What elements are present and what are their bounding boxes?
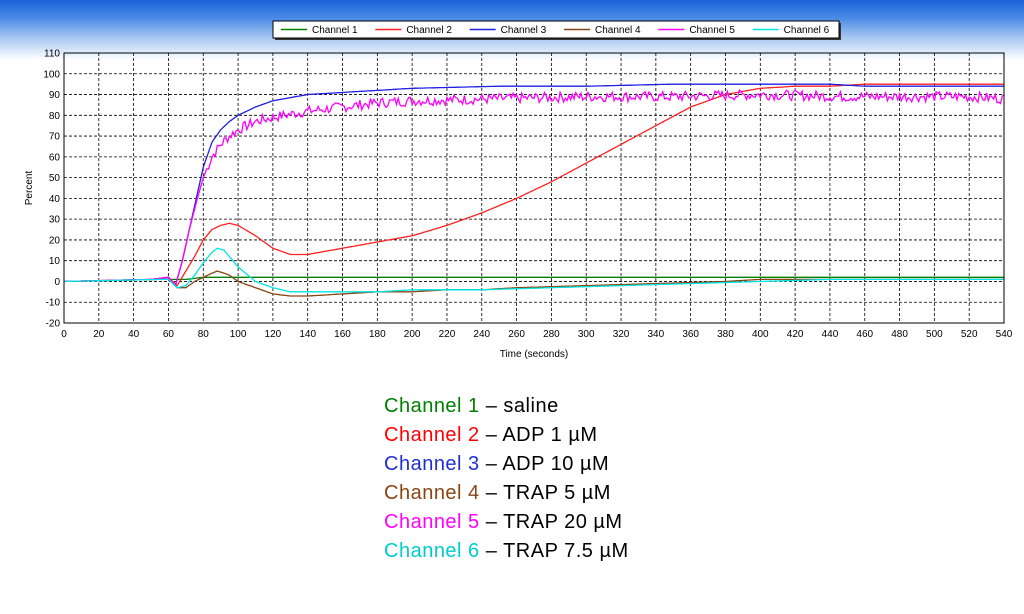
x-tick-label: 240	[473, 329, 490, 340]
key-item: Channel 1 – saline	[384, 392, 629, 421]
channel-key: Channel 1 – saline Channel 2 – ADP 1 µM Ch…	[384, 392, 629, 566]
chart-series	[63, 83, 1005, 297]
y-tick-label: 70	[49, 132, 61, 143]
x-tick-label: 200	[404, 329, 421, 340]
key-item: Channel 5 – TRAP 20 µM	[384, 508, 629, 537]
legend-label: Channel 4	[595, 25, 641, 36]
series-line-channel-4	[63, 270, 1004, 297]
aggregation-chart: Channel 1 Channel 2 Channel 3 Channel 4 Chan…	[24, 20, 1013, 360]
y-tick-label: 80	[49, 111, 61, 122]
y-tick-label: 60	[49, 152, 61, 163]
chart-grid	[64, 53, 1004, 323]
y-axis-ticks: -20 -10 0 10 20 30 40 50 60 70 80 90 100 110	[43, 49, 60, 330]
x-tick-label: 60	[163, 329, 175, 340]
x-tick-label: 480	[891, 329, 908, 340]
y-tick-label: 110	[44, 49, 60, 60]
legend-label: Channel 6	[784, 25, 830, 36]
x-axis-title: Time (seconds)	[500, 349, 569, 360]
key-description: – TRAP 7.5 µM	[485, 540, 629, 562]
key-description: – saline	[485, 395, 559, 417]
x-tick-label: 0	[61, 329, 67, 340]
x-tick-label: 160	[334, 329, 351, 340]
key-channel: Channel 1	[384, 395, 480, 417]
key-item: Channel 3 – ADP 10 µM	[384, 450, 629, 479]
x-tick-label: 40	[128, 329, 140, 340]
series-line-channel-6	[63, 247, 1004, 293]
y-tick-label: 90	[49, 90, 61, 101]
y-tick-label: 20	[49, 235, 61, 246]
key-item: Channel 2 – ADP 1 µM	[384, 421, 629, 450]
key-description: – TRAP 20 µM	[485, 511, 623, 533]
x-tick-label: 260	[508, 329, 525, 340]
key-item: Channel 4 – TRAP 5 µM	[384, 479, 629, 508]
x-axis-ticks: 0 20 40 60 80 100 120 140 160 180 200 220 240 260 280 3…	[61, 329, 1013, 340]
key-description: – ADP 10 µM	[485, 453, 610, 475]
key-channel: Channel 2	[384, 424, 480, 446]
y-tick-label: 0	[54, 277, 60, 288]
legend-label: Channel 5	[689, 25, 735, 36]
y-tick-label: 10	[49, 256, 61, 267]
series-line-channel-2	[63, 83, 1004, 287]
legend-label: Channel 3	[501, 25, 547, 36]
x-tick-label: 120	[265, 329, 282, 340]
x-tick-label: 320	[613, 329, 630, 340]
y-axis-title: Percent	[24, 171, 35, 206]
x-tick-label: 520	[961, 329, 978, 340]
y-tick-label: -20	[46, 319, 61, 330]
x-tick-label: 20	[93, 329, 105, 340]
y-tick-label: 30	[49, 215, 61, 226]
x-tick-label: 280	[543, 329, 560, 340]
x-tick-label: 460	[856, 329, 873, 340]
x-tick-label: 440	[822, 329, 839, 340]
x-tick-label: 420	[787, 329, 804, 340]
y-tick-label: 50	[49, 173, 61, 184]
chart-legend: Channel 1 Channel 2 Channel 3 Channel 4 Chan…	[272, 20, 841, 40]
x-tick-label: 80	[198, 329, 210, 340]
plot-frame	[63, 52, 1005, 324]
x-tick-label: 500	[926, 329, 943, 340]
x-tick-label: 300	[578, 329, 595, 340]
series-line-channel-5	[63, 88, 1005, 287]
key-description: – ADP 1 µM	[485, 424, 598, 446]
key-channel: Channel 4	[384, 482, 480, 504]
x-tick-label: 380	[717, 329, 734, 340]
y-tick-label: 100	[43, 69, 60, 80]
x-tick-label: 340	[648, 329, 665, 340]
x-tick-label: 140	[299, 329, 316, 340]
legend-label: Channel 2	[406, 25, 452, 36]
x-tick-label: 360	[682, 329, 699, 340]
series-line-channel-3	[63, 83, 1004, 287]
key-description: – TRAP 5 µM	[485, 482, 611, 504]
x-tick-label: 220	[439, 329, 456, 340]
legend-label: Channel 1	[312, 25, 358, 36]
x-tick-label: 540	[996, 329, 1013, 340]
key-channel: Channel 6	[384, 540, 480, 562]
x-tick-label: 400	[752, 329, 769, 340]
x-tick-label: 100	[230, 329, 247, 340]
y-tick-label: 40	[49, 194, 61, 205]
y-tick-label: -10	[46, 298, 61, 309]
key-channel: Channel 5	[384, 511, 480, 533]
key-item: Channel 6 – TRAP 7.5 µM	[384, 537, 629, 566]
key-channel: Channel 3	[384, 453, 480, 475]
x-tick-label: 180	[369, 329, 386, 340]
